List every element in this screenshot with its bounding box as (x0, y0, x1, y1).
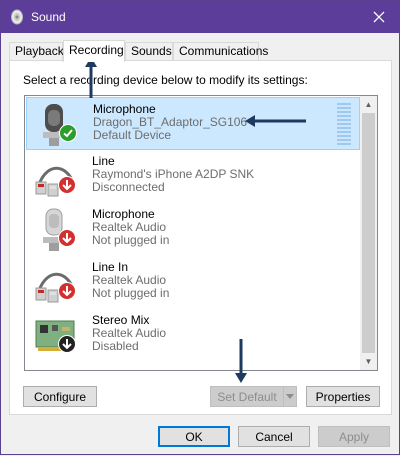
down-arrow-icon (58, 335, 76, 353)
device-status: Not plugged in (92, 286, 170, 300)
device-text: Stereo Mix Realtek Audio Disabled (92, 314, 166, 353)
device-status: Disabled (92, 339, 139, 353)
ok-button[interactable]: OK (158, 426, 230, 447)
list-item-device[interactable]: Line Raymond's iPhone A2DP SNK Disconnec… (26, 150, 360, 203)
device-status: Default Device (93, 128, 172, 142)
close-button[interactable] (359, 1, 399, 33)
properties-button[interactable]: Properties (306, 386, 380, 407)
list-item-device[interactable]: Microphone Dragon_BT_Adaptor_SG106 Defau… (26, 97, 360, 150)
device-text: Microphone Realtek Audio Not plugged in (92, 208, 169, 247)
scroll-down-icon[interactable]: ▼ (360, 353, 377, 370)
down-arrow-icon (58, 176, 76, 194)
tab-communications[interactable]: Communications (173, 42, 268, 61)
level-meter (337, 103, 351, 147)
cancel-button[interactable]: Cancel (238, 426, 310, 447)
speaker-icon (11, 9, 23, 25)
list-item-device[interactable]: Line In Realtek Audio Not plugged in (26, 256, 360, 309)
window-title: Sound (31, 10, 66, 24)
scroll-thumb[interactable] (362, 113, 375, 353)
sound-dialog: Sound Playback Recording Sounds Communic… (0, 0, 400, 455)
tab-sounds[interactable]: Sounds (125, 42, 173, 61)
down-arrow-icon (58, 282, 76, 300)
device-status: Not plugged in (92, 233, 170, 247)
list-item-device[interactable]: Stereo Mix Realtek Audio Disabled (26, 309, 360, 362)
list-item-device[interactable]: Microphone Realtek Audio Not plugged in (26, 203, 360, 256)
vertical-scrollbar[interactable]: ▲ ▼ (360, 96, 377, 370)
device-text: Line In Realtek Audio Not plugged in (92, 261, 169, 300)
recording-tab-panel: Select a recording device below to modif… (9, 60, 392, 415)
title-bar[interactable]: Sound (1, 1, 399, 33)
device-text: Microphone Dragon_BT_Adaptor_SG106 Defau… (93, 103, 247, 142)
chevron-down-icon (286, 394, 294, 399)
set-default-button[interactable]: Set Default (210, 386, 284, 407)
device-text: Line Raymond's iPhone A2DP SNK Disconnec… (92, 155, 254, 194)
check-icon (59, 124, 77, 142)
device-status: Disconnected (92, 180, 165, 194)
scroll-up-icon[interactable]: ▲ (360, 96, 377, 113)
instruction-text: Select a recording device below to modif… (23, 73, 308, 87)
tab-playback[interactable]: Playback (9, 42, 64, 61)
set-default-dropdown[interactable] (283, 386, 297, 407)
configure-button[interactable]: Configure (23, 386, 97, 407)
tab-recording[interactable]: Recording (63, 40, 125, 62)
close-icon (373, 11, 385, 23)
down-arrow-icon (58, 229, 76, 247)
device-list[interactable]: Microphone Dragon_BT_Adaptor_SG106 Defau… (24, 95, 378, 371)
apply-button[interactable]: Apply (318, 426, 390, 447)
